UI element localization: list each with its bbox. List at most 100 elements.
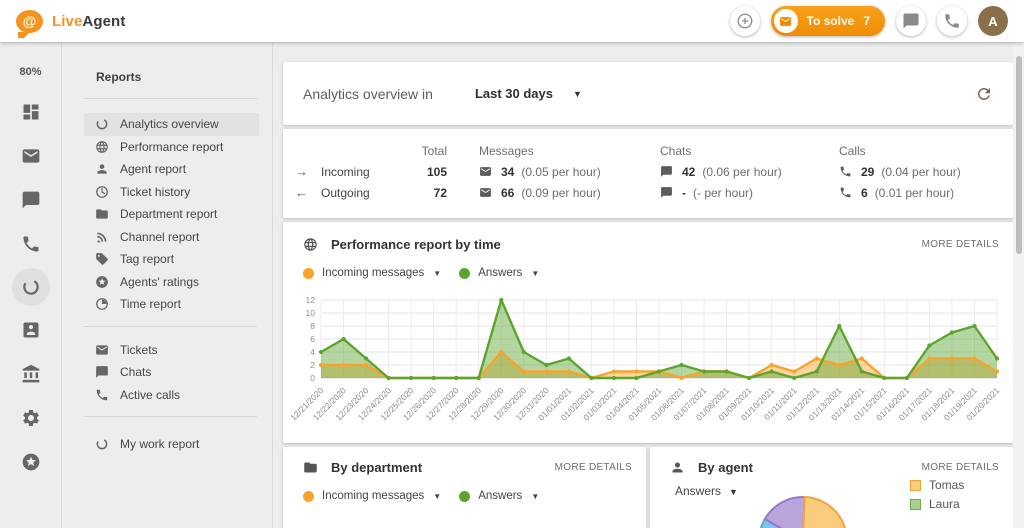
chat-icon xyxy=(660,165,673,178)
performance-report-card: Performance report by time MORE DETAILS … xyxy=(283,222,1013,443)
col-header-messages: Messages xyxy=(447,144,660,158)
sidebar-item-label: Agents' ratings xyxy=(120,275,199,289)
svg-text:8: 8 xyxy=(310,321,315,331)
answers-legend-dot xyxy=(459,491,470,502)
divider xyxy=(84,326,257,327)
sidebar-item-label: Department report xyxy=(120,207,217,221)
outgoing-chats: -(- per hour) xyxy=(660,184,839,200)
time-pie-icon xyxy=(95,297,109,311)
sidebar-item-label: Agent report xyxy=(120,162,186,176)
chat-icon xyxy=(902,12,920,30)
add-button[interactable] xyxy=(730,6,760,36)
tickets-icon[interactable] xyxy=(21,146,41,166)
sidebar-item-ticket-history[interactable]: Ticket history xyxy=(84,181,259,204)
rss-icon xyxy=(95,230,109,244)
divider xyxy=(84,98,257,99)
brand-agent: Agent xyxy=(82,13,125,30)
calls-icon[interactable] xyxy=(21,234,41,254)
to-solve-count: 7 xyxy=(863,14,870,28)
col-header-total: Total xyxy=(405,144,447,158)
laura-swatch xyxy=(910,499,921,510)
folder-icon xyxy=(95,207,109,221)
sidebar-item-agents-ratings[interactable]: Agents' ratings xyxy=(84,271,259,294)
sidebar-item-performance-report[interactable]: Performance report xyxy=(84,136,259,159)
agent-legend: Tomas Laura xyxy=(910,478,964,516)
sidebar-item-label: Tickets xyxy=(120,343,158,357)
svg-text:2: 2 xyxy=(310,360,315,370)
ratings-icon[interactable] xyxy=(21,452,41,472)
reports-rail-item-selected[interactable] xyxy=(12,268,50,306)
icon-rail: 80% xyxy=(0,42,62,528)
chevron-down-icon[interactable]: ▼ xyxy=(433,269,441,278)
sidebar-item-tickets[interactable]: Tickets xyxy=(84,339,259,362)
sidebar-item-active-calls[interactable]: Active calls xyxy=(84,384,259,407)
sidebar-item-label: Chats xyxy=(120,365,151,379)
svg-text:6: 6 xyxy=(310,334,315,344)
panel-title: Performance report by time xyxy=(331,237,501,252)
company-icon[interactable] xyxy=(21,364,41,384)
sidebar-item-tag-report[interactable]: Tag report xyxy=(84,248,259,271)
sidebar-item-label: Time report xyxy=(120,297,181,311)
incoming-legend-dot xyxy=(303,268,314,279)
liveagent-logo: @ LiveAgent xyxy=(16,10,125,33)
sidebar-item-label: Analytics overview xyxy=(120,117,219,131)
person-icon xyxy=(95,162,109,176)
sidebar-item-analytics-overview[interactable]: Analytics overview xyxy=(84,113,259,136)
avatar[interactable]: A xyxy=(978,6,1008,36)
to-solve-button[interactable]: To solve 7 xyxy=(771,6,885,36)
chevron-down-icon[interactable]: ▼ xyxy=(433,492,441,501)
chats-button[interactable] xyxy=(896,6,926,36)
brand-live: Live xyxy=(52,13,82,30)
row-label-outgoing: ← Outgoing xyxy=(295,185,405,200)
customers-icon[interactable] xyxy=(21,320,41,340)
sidebar-title: Reports xyxy=(62,42,272,84)
outgoing-messages: 66(0.09 per hour) xyxy=(447,184,660,200)
sidebar-item-time-report[interactable]: Time report xyxy=(84,293,259,316)
col-header-calls: Calls xyxy=(839,144,1013,158)
more-details-link[interactable]: MORE DETAILS xyxy=(922,239,999,250)
reports-sidebar: Reports Analytics overview Performance r… xyxy=(62,42,273,528)
sidebar-item-channel-report[interactable]: Channel report xyxy=(84,226,259,249)
tag-icon xyxy=(95,252,109,266)
dashboard-icon[interactable] xyxy=(21,102,41,122)
sidebar-item-label: Ticket history xyxy=(120,185,190,199)
sidebar-item-label: Tag report xyxy=(120,252,174,266)
panel-title: By department xyxy=(331,460,422,475)
chevron-down-icon[interactable]: ▼ xyxy=(531,492,539,501)
settings-icon[interactable] xyxy=(21,408,41,428)
more-details-link[interactable]: MORE DETAILS xyxy=(922,462,999,473)
sidebar-item-my-work-report[interactable]: My work report xyxy=(84,433,259,456)
zoom-level: 80% xyxy=(19,66,41,78)
svg-text:12: 12 xyxy=(306,295,316,305)
refresh-icon[interactable] xyxy=(975,85,993,103)
calls-button[interactable] xyxy=(937,6,967,36)
col-header-chats: Chats xyxy=(660,144,839,158)
chats-icon[interactable] xyxy=(21,190,41,210)
outgoing-total: 72 xyxy=(405,186,447,200)
sidebar-item-label: Active calls xyxy=(120,388,180,402)
reports-icon xyxy=(21,277,41,297)
svg-text:4: 4 xyxy=(310,347,315,357)
star-circle-icon xyxy=(95,275,109,289)
tomas-swatch xyxy=(910,480,921,491)
envelope-icon xyxy=(479,186,492,199)
incoming-messages: 34(0.05 per hour) xyxy=(447,163,660,179)
page-title: Analytics overview in xyxy=(303,86,433,102)
more-details-link[interactable]: MORE DETAILS xyxy=(555,462,632,473)
sidebar-item-agent-report[interactable]: Agent report xyxy=(84,158,259,181)
incoming-legend-dot xyxy=(303,491,314,502)
incoming-chats: 42(0.06 per hour) xyxy=(660,163,839,179)
sidebar-item-department-report[interactable]: Department report xyxy=(84,203,259,226)
globe-icon xyxy=(303,237,318,252)
legend-label: Answers xyxy=(478,267,522,279)
scrollbar-thumb[interactable] xyxy=(1016,56,1022,254)
legend-item-laura: Laura xyxy=(910,497,964,511)
divider xyxy=(84,416,257,417)
chevron-down-icon[interactable]: ▼ xyxy=(531,269,539,278)
top-bar: @ LiveAgent To solve 7 A xyxy=(0,0,1024,42)
sidebar-item-chats[interactable]: Chats xyxy=(84,361,259,384)
phone-icon xyxy=(839,165,852,178)
chevron-down-icon[interactable]: ▼ xyxy=(573,89,582,99)
chat-icon xyxy=(95,365,109,379)
date-range-select[interactable]: Last 30 days xyxy=(475,86,553,101)
